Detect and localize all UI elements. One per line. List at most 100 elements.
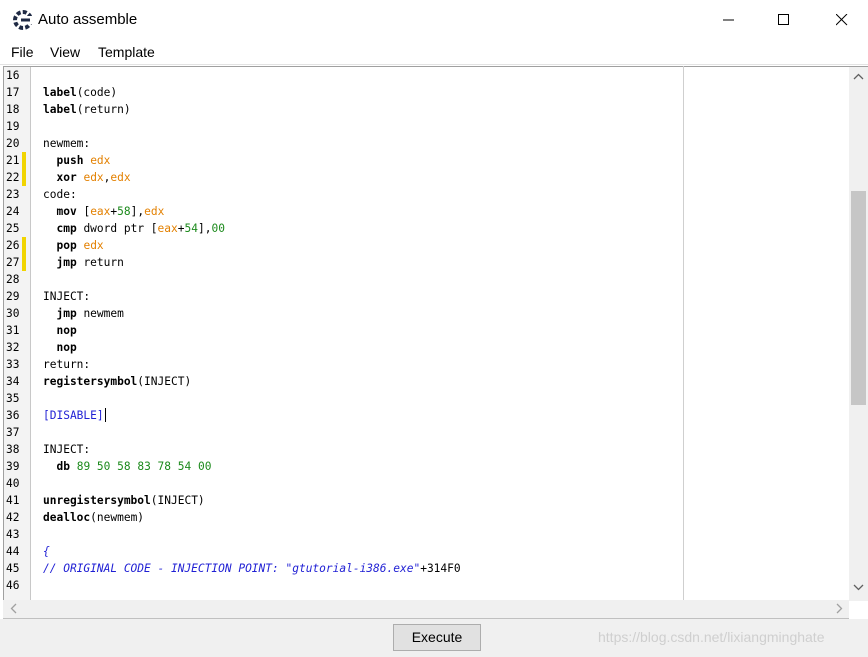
code-token: edx <box>83 171 104 184</box>
line-number: 35 <box>6 392 20 405</box>
code-line[interactable]: 31 nop <box>4 322 684 339</box>
code-token: (INJECT) <box>150 494 205 507</box>
code-line[interactable]: 28 <box>4 271 684 288</box>
code-line[interactable]: 33 return: <box>4 356 684 373</box>
code-token: ], <box>130 205 145 218</box>
scroll-left-icon[interactable] <box>9 603 20 614</box>
code-lines[interactable]: 16 17 label(code) 18 label(return) 19 20 newmem… <box>4 67 684 601</box>
code-text: label(return) <box>43 101 131 118</box>
line-number: 40 <box>6 477 20 490</box>
code-token: nop <box>56 324 77 337</box>
menu-view[interactable]: View <box>50 43 80 61</box>
code-line[interactable]: 16 <box>4 67 684 84</box>
code-line[interactable]: 20 newmem: <box>4 135 684 152</box>
code-text: pop edx <box>43 237 103 254</box>
maximize-button[interactable] <box>761 0 807 40</box>
code-token: [DISABLE] <box>43 409 104 422</box>
execute-button[interactable]: Execute <box>393 624 481 651</box>
line-number: 38 <box>6 443 20 456</box>
line-number: 44 <box>6 545 20 558</box>
code-token: ], <box>197 222 212 235</box>
code-line[interactable]: 45 // ORIGINAL CODE - INJECTION POINT: "g… <box>4 560 684 577</box>
code-line[interactable]: 36 [DISABLE] <box>4 407 684 424</box>
code-token: [ <box>76 205 91 218</box>
horizontal-scrollbar[interactable] <box>3 600 849 619</box>
code-token: jmp <box>56 256 77 269</box>
code-token: dword ptr [ <box>76 222 158 235</box>
code-line[interactable]: 39 db 89 50 58 83 78 54 00 <box>4 458 684 475</box>
scroll-up-icon[interactable] <box>853 72 864 83</box>
line-number: 34 <box>6 375 20 388</box>
code-token: eax <box>90 205 111 218</box>
code-text: unregistersymbol(INJECT) <box>43 492 205 509</box>
line-number: 24 <box>6 205 20 218</box>
menu-template[interactable]: Template <box>98 43 155 61</box>
code-line[interactable]: 38 INJECT: <box>4 441 684 458</box>
line-number: 20 <box>6 137 20 150</box>
code-editor[interactable]: 16 17 label(code) 18 label(return) 19 20 newmem… <box>3 66 684 602</box>
code-line[interactable]: 41 unregistersymbol(INJECT) <box>4 492 684 509</box>
line-number: 45 <box>6 562 20 575</box>
code-text: [DISABLE] <box>43 407 106 424</box>
code-line[interactable]: 22 xor edx,edx <box>4 169 684 186</box>
code-line[interactable]: 40 <box>4 475 684 492</box>
title-bar[interactable]: Auto assemble <box>0 0 868 40</box>
code-token: newmem: <box>43 137 91 150</box>
code-line[interactable]: 19 <box>4 118 684 135</box>
code-token: pop <box>56 239 77 252</box>
line-number: 31 <box>6 324 20 337</box>
code-line[interactable]: 23 code: <box>4 186 684 203</box>
code-line[interactable]: 21 push edx <box>4 152 684 169</box>
code-line[interactable]: 30 jmp newmem <box>4 305 684 322</box>
line-number: 46 <box>6 579 20 592</box>
code-line[interactable]: 46 <box>4 577 684 594</box>
code-text: jmp return <box>43 254 123 271</box>
code-token: INJECT: <box>43 290 91 303</box>
code-token: nop <box>56 341 77 354</box>
code-line[interactable]: 42 dealloc(newmem) <box>4 509 684 526</box>
code-text: label(code) <box>43 84 117 101</box>
code-text: nop <box>43 339 77 356</box>
code-token: (newmem) <box>90 511 145 524</box>
line-number: 41 <box>6 494 20 507</box>
scroll-down-icon[interactable] <box>853 582 864 593</box>
code-line[interactable]: 43 <box>4 526 684 543</box>
code-line[interactable]: 35 <box>4 390 684 407</box>
code-line[interactable]: 34 registersymbol(INJECT) <box>4 373 684 390</box>
side-panel <box>684 66 849 601</box>
code-token: { <box>43 545 50 558</box>
code-line[interactable]: 27 jmp return <box>4 254 684 271</box>
code-text: return: <box>43 356 90 373</box>
code-line[interactable]: 17 label(code) <box>4 84 684 101</box>
code-line[interactable]: 25 cmp dword ptr [eax+54],00 <box>4 220 684 237</box>
minimize-button[interactable] <box>706 0 752 40</box>
code-line[interactable]: 37 <box>4 424 684 441</box>
code-line[interactable]: 24 mov [eax+58],edx <box>4 203 684 220</box>
vertical-scrollbar[interactable] <box>849 66 868 601</box>
line-number: 33 <box>6 358 20 371</box>
code-token: db <box>56 460 70 473</box>
vertical-scroll-thumb[interactable] <box>851 191 866 405</box>
close-button[interactable] <box>819 0 865 40</box>
change-marker <box>22 169 26 186</box>
code-token: +314F0 <box>420 562 461 575</box>
line-number: 37 <box>6 426 20 439</box>
line-number: 42 <box>6 511 20 524</box>
menu-file[interactable]: File <box>11 43 34 61</box>
code-token: + <box>177 222 185 235</box>
code-token: (return) <box>76 103 131 116</box>
code-line[interactable]: 44 { <box>4 543 684 560</box>
line-number: 16 <box>6 69 20 82</box>
menu-bar: File View Template <box>0 40 868 65</box>
code-text: newmem: <box>43 135 90 152</box>
code-line[interactable]: 32 nop <box>4 339 684 356</box>
scroll-right-icon[interactable] <box>833 603 844 614</box>
line-number: 25 <box>6 222 20 235</box>
code-line[interactable]: 29 INJECT: <box>4 288 684 305</box>
code-line[interactable]: 18 label(return) <box>4 101 684 118</box>
code-line[interactable]: 26 pop edx <box>4 237 684 254</box>
